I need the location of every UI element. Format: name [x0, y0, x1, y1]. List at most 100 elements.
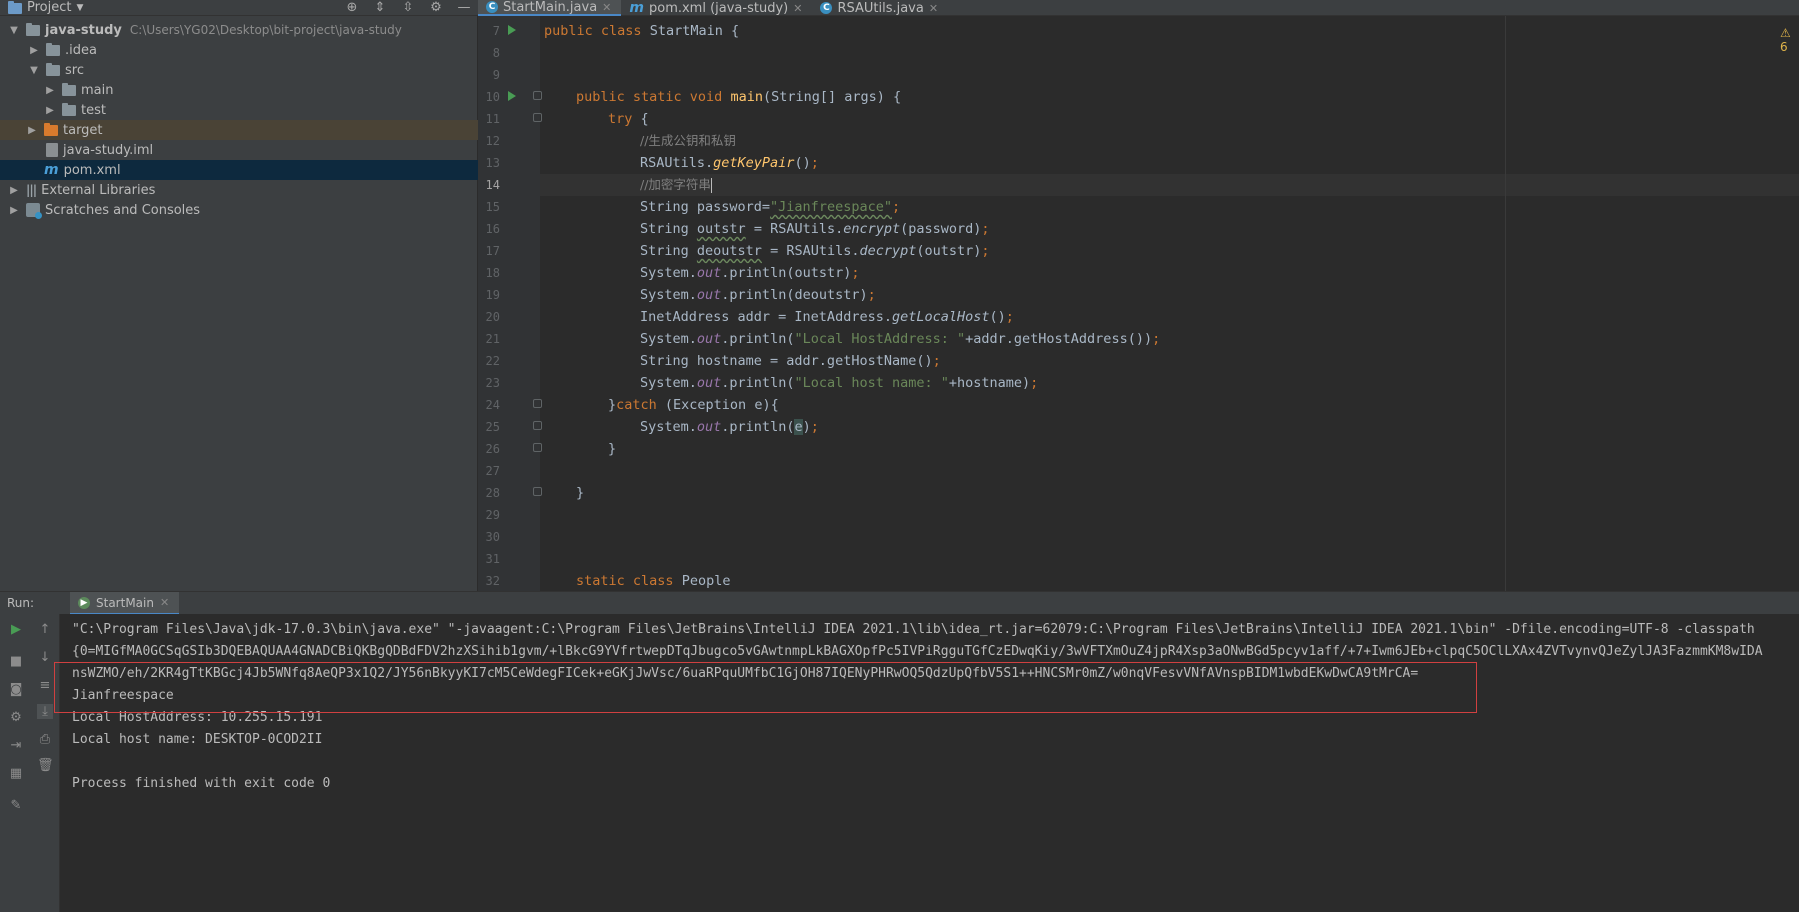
collapse-all-icon[interactable]: ⇳	[401, 1, 415, 15]
run-tab-startmain[interactable]: ▶ StartMain ✕	[70, 592, 180, 615]
semicolon: ;	[1152, 331, 1161, 347]
tree-item-label: java-study.iml	[63, 142, 154, 158]
tree-item-main[interactable]: ▶ main	[0, 80, 478, 100]
print-icon[interactable]: ⎙	[37, 732, 53, 747]
line-number: 29	[485, 508, 500, 522]
fold-marker[interactable]	[533, 421, 542, 430]
tree-item-target[interactable]: ▶ target	[0, 120, 478, 140]
tree-item-pom[interactable]: m pom.xml	[0, 160, 478, 180]
run-main-icon[interactable]	[508, 91, 516, 101]
arrow-down-icon[interactable]: ↓	[37, 650, 53, 665]
chevron-down-icon[interactable]: ▼	[28, 65, 40, 76]
fold-marker[interactable]	[533, 399, 542, 408]
line-number: 16	[485, 222, 500, 236]
code-line-25: System.out.println(e);	[544, 416, 819, 438]
chevron-right-icon[interactable]: ▶	[44, 85, 56, 96]
close-icon[interactable]: ✕	[160, 596, 169, 609]
code-line-22: String hostname = addr.getHostName();	[544, 350, 941, 372]
line-number: 14	[485, 178, 500, 192]
minimize-icon[interactable]: —	[457, 1, 471, 15]
close-icon[interactable]: ✕	[929, 2, 938, 15]
trash-icon[interactable]: 🗑	[37, 758, 54, 773]
tree-item-scratches[interactable]: ▶ Scratches and Consoles	[0, 200, 478, 220]
pin-icon[interactable]: ✎	[8, 798, 24, 813]
semicolon: ;	[810, 155, 819, 171]
tab-pom[interactable]: m pom.xml (java-study) ✕	[621, 0, 812, 16]
code-line-14: //加密字符串	[544, 174, 712, 196]
keyword: static class	[576, 573, 674, 589]
fold-marker[interactable]	[533, 113, 542, 122]
tree-item-src[interactable]: ▼ src	[0, 60, 478, 80]
code-line-32: static class People	[544, 570, 730, 592]
project-tree: ▼ java-study C:\Users\YG02\Desktop\bit-p…	[0, 16, 478, 591]
settings-icon[interactable]: ⚙	[8, 710, 24, 725]
chevron-right-icon[interactable]: ▶	[8, 185, 20, 196]
run-label: Run:	[7, 596, 35, 610]
tab-startmain[interactable]: C StartMain.java ✕	[478, 0, 622, 16]
code-text: .println(	[721, 331, 795, 347]
run-tab-label: StartMain	[96, 595, 154, 610]
camera-icon[interactable]: ◙	[8, 682, 24, 697]
semicolon: ;	[932, 353, 941, 369]
code-line-19: System.out.println(deoutstr);	[544, 284, 876, 306]
tree-item-iml[interactable]: java-study.iml	[0, 140, 478, 160]
semicolon: ;	[810, 419, 819, 435]
locate-icon[interactable]: ⊕	[345, 1, 359, 15]
tree-item-path: C:\Users\YG02\Desktop\bit-project\java-s…	[129, 23, 402, 37]
class-icon: C	[820, 2, 833, 14]
arrow-up-icon[interactable]: ↑	[37, 622, 53, 637]
close-icon[interactable]: ✕	[602, 1, 611, 14]
method-name: main	[730, 89, 763, 105]
editor-tabs: C StartMain.java ✕ m pom.xml (java-study…	[478, 0, 948, 16]
run-class-icon[interactable]	[508, 25, 516, 35]
line-number: 8	[492, 46, 500, 60]
project-view-selector[interactable]: Project ▼	[8, 0, 83, 16]
library-icon: |||	[26, 183, 37, 197]
scroll-to-end-icon[interactable]: ⤓	[37, 704, 53, 719]
code-text: .println(deoutstr)	[721, 287, 868, 303]
code-text: System.	[640, 331, 697, 347]
chevron-right-icon[interactable]: ▶	[8, 205, 20, 216]
tab-label: StartMain.java	[503, 0, 598, 15]
console-line: {0=MIGfMA0GCSqGSIb3DQEBAQUAA4GNADCBiQKBg…	[72, 644, 1763, 659]
tree-item-external-libraries[interactable]: ▶ ||| External Libraries	[0, 180, 478, 200]
folder-icon	[62, 82, 76, 96]
code-text: +addr.getHostAddress())	[965, 331, 1153, 347]
highlighted-variable: e	[794, 419, 803, 435]
expand-all-icon[interactable]: ⇕	[373, 1, 387, 15]
gear-icon[interactable]: ⚙	[429, 1, 443, 15]
code-line-11: try {	[544, 108, 649, 130]
code-line-13: RSAUtils.getKeyPair();	[544, 152, 819, 174]
soft-wrap-icon[interactable]: ≡	[37, 678, 53, 693]
chevron-down-icon: ▼	[76, 3, 84, 13]
tree-item-test[interactable]: ▶ test	[0, 100, 478, 120]
keyword: class	[600, 23, 642, 39]
maven-icon: m	[629, 0, 644, 16]
folder-icon	[46, 42, 60, 56]
iml-file-icon	[46, 143, 58, 157]
tree-item-java-study[interactable]: ▼ java-study C:\Users\YG02\Desktop\bit-p…	[0, 20, 478, 40]
tab-rsautils[interactable]: C RSAUtils.java ✕	[812, 0, 948, 16]
warning-indicator[interactable]: ⚠ 6	[1780, 26, 1799, 54]
line-number: 26	[485, 442, 500, 456]
run-panel-header: Run: ▶ StartMain ✕	[0, 591, 1799, 615]
keyword: public	[544, 23, 593, 39]
code-line-28: }	[576, 485, 585, 501]
fold-marker[interactable]	[533, 487, 542, 496]
tree-item-label: Scratches and Consoles	[45, 202, 201, 218]
fold-marker[interactable]	[533, 91, 542, 100]
chevron-right-icon[interactable]: ▶	[44, 105, 56, 116]
rerun-icon[interactable]: ▶	[8, 622, 24, 637]
close-icon[interactable]: ✕	[793, 2, 802, 15]
tree-item-idea[interactable]: ▶ .idea	[0, 40, 478, 60]
chevron-down-icon[interactable]: ▼	[8, 25, 20, 36]
chevron-right-icon[interactable]: ▶	[28, 45, 40, 56]
code-text: String hostname = addr.getHostName()	[640, 353, 933, 369]
exit-icon[interactable]: ⇥	[8, 738, 24, 753]
stop-icon[interactable]: ■	[8, 654, 24, 669]
fold-marker[interactable]	[533, 443, 542, 452]
layout-icon[interactable]: ▦	[8, 766, 24, 781]
chevron-right-icon[interactable]: ▶	[26, 125, 38, 136]
semicolon: ;	[1005, 309, 1014, 325]
static-field: out	[696, 375, 722, 391]
